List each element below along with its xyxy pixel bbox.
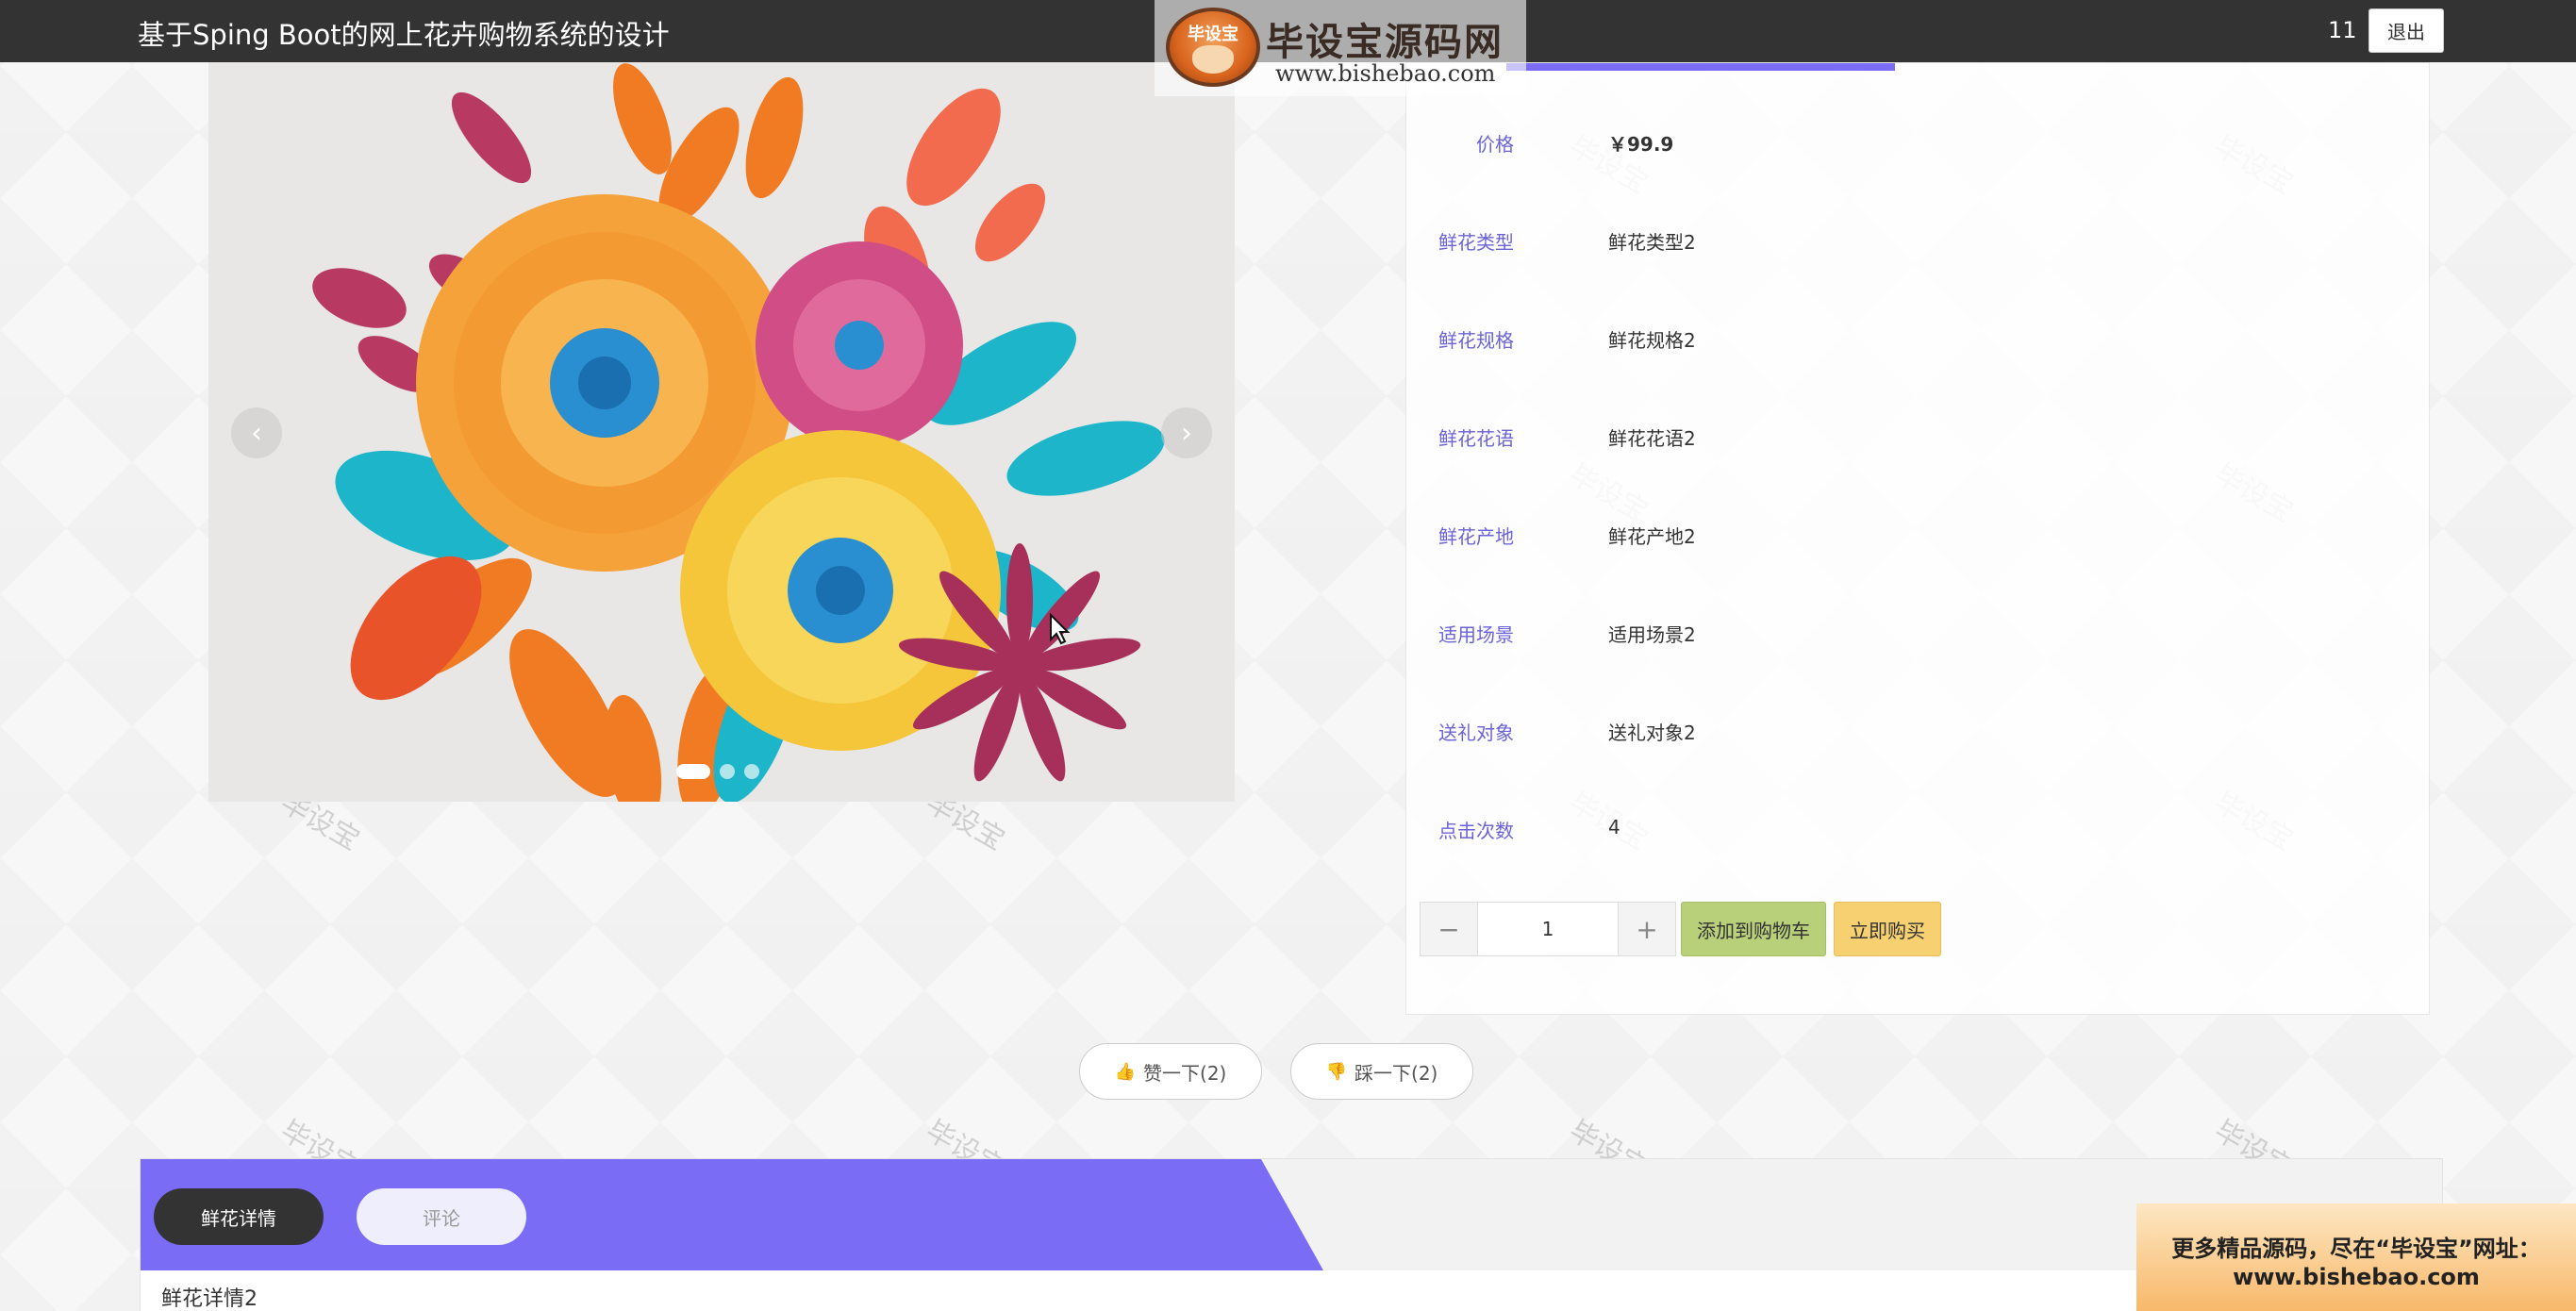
minus-icon[interactable]: −	[1420, 902, 1478, 956]
carousel-dot[interactable]	[720, 764, 735, 779]
info-row-click-count: 点击次数 4	[1406, 808, 2350, 846]
logo-badge: 毕设宝	[1166, 8, 1260, 87]
carousel-indicators	[676, 764, 759, 779]
add-to-cart-button[interactable]: 添加到购物车	[1681, 902, 1826, 956]
thumbs-down-icon: 👎	[1325, 1061, 1348, 1082]
like-label: 赞一下(2)	[1143, 1061, 1227, 1085]
info-value: 鲜花规格2	[1608, 329, 1696, 352]
thumbs-up-icon: 👍	[1114, 1061, 1137, 1082]
mouse-cursor-icon	[1050, 613, 1071, 645]
detail-tabs-section: 鲜花详情 评论 鲜花详情2	[140, 1158, 2443, 1311]
info-row-recipient: 送礼对象 送礼对象2	[1406, 710, 2350, 748]
logo-url: www.bishebao.com	[1275, 60, 1496, 87]
flower-details-text: 鲜花详情2	[161, 1287, 258, 1311]
promo-line-1: 更多精品源码，尽在“毕设宝”网址：	[2171, 1236, 2541, 1262]
carousel-dot[interactable]	[676, 764, 710, 779]
tab-flower-details[interactable]: 鲜花详情	[154, 1188, 324, 1245]
panel-accent-bar	[1506, 63, 1895, 71]
info-row-price: 价格 ￥99.9	[1406, 122, 2350, 159]
dislike-label: 踩一下(2)	[1354, 1061, 1438, 1085]
buy-now-button[interactable]: 立即购买	[1834, 902, 1941, 956]
info-label: 鲜花产地	[1438, 525, 1514, 548]
info-row-origin: 鲜花产地 鲜花产地2	[1406, 514, 2350, 552]
product-image-carousel[interactable]: ‹ ›	[208, 62, 1235, 802]
info-label: 鲜花花语	[1438, 427, 1514, 450]
mascot-face-icon	[1192, 45, 1234, 74]
info-value: 送礼对象2	[1608, 722, 1696, 744]
carousel-prev-arrow-icon[interactable]: ‹	[231, 407, 282, 458]
info-row-flower-spec: 鲜花规格 鲜花规格2	[1406, 318, 2350, 356]
logo-badge-text: 毕设宝	[1188, 25, 1238, 44]
quantity-stepper: − +	[1420, 902, 1676, 956]
like-button[interactable]: 👍 赞一下(2)	[1079, 1043, 1262, 1100]
promo-url: www.bishebao.com	[2233, 1264, 2480, 1290]
info-value: 4	[1608, 816, 1620, 838]
info-value: 鲜花产地2	[1608, 525, 1696, 548]
carousel-dot[interactable]	[744, 764, 759, 779]
info-row-occasion: 适用场景 适用场景2	[1406, 612, 2350, 650]
logout-button[interactable]: 退出	[2368, 8, 2444, 53]
info-value: ￥99.9	[1608, 133, 1674, 156]
promo-banner[interactable]: 更多精品源码，尽在“毕设宝”网址： www.bishebao.com	[2136, 1203, 2576, 1311]
info-label: 点击次数	[1438, 820, 1514, 842]
tab-comments[interactable]: 评论	[357, 1188, 526, 1245]
info-label: 适用场景	[1438, 623, 1514, 646]
logo-title: 毕设宝源码网	[1266, 21, 1504, 64]
plus-icon[interactable]: +	[1618, 902, 1676, 956]
info-label: 送礼对象	[1438, 722, 1514, 744]
carousel-next-arrow-icon[interactable]: ›	[1161, 407, 1212, 458]
info-row-flower-language: 鲜花花语 鲜花花语2	[1406, 416, 2350, 454]
site-title: 基于Sping Boot的网上花卉购物系统的设计	[138, 19, 670, 51]
info-label: 鲜花规格	[1438, 329, 1514, 352]
info-value: 鲜花花语2	[1608, 427, 1696, 450]
user-id-label[interactable]: 11	[2328, 17, 2357, 43]
info-row-flower-type: 鲜花类型 鲜花类型2	[1406, 220, 2350, 257]
site-watermark-logo: 毕设宝 毕设宝源码网 www.bishebao.com	[1155, 0, 1526, 96]
dislike-button[interactable]: 👎 踩一下(2)	[1290, 1043, 1473, 1100]
info-value: 鲜花类型2	[1608, 231, 1696, 254]
product-info-panel: 价格 ￥99.9 鲜花类型 鲜花类型2 鲜花规格 鲜花规格2 鲜花花语 鲜花花语…	[1405, 62, 2430, 1015]
info-label: 鲜花类型	[1438, 231, 1514, 254]
info-label: 价格	[1476, 133, 1514, 156]
tab-content: 鲜花详情2	[141, 1270, 2442, 1311]
info-value: 适用场景2	[1608, 623, 1696, 646]
quantity-input[interactable]	[1478, 902, 1618, 956]
flower-image	[208, 62, 1235, 802]
